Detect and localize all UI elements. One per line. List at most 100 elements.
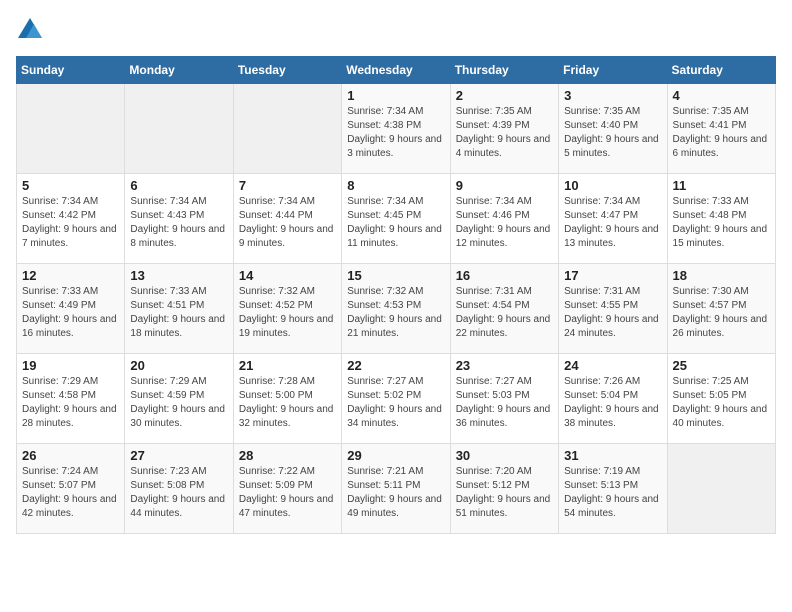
day-info: Sunrise: 7:24 AMSunset: 5:07 PMDaylight:… bbox=[22, 465, 119, 521]
day-header-tuesday: Tuesday bbox=[233, 57, 341, 84]
calendar-day-21: 21Sunrise: 7:28 AMSunset: 5:00 PMDayligh… bbox=[233, 354, 341, 444]
calendar-day-8: 8 Sunrise: 7:34 AMSunset: 4:45 PMDaylight… bbox=[342, 174, 450, 264]
day-info: Sunrise: 7:33 AMSunset: 4:48 PMDaylight:… bbox=[673, 195, 770, 251]
day-info: Sunrise: 7:30 AMSunset: 4:57 PMDaylight:… bbox=[673, 285, 770, 341]
day-info: Sunrise: 7:31 AMSunset: 4:54 PMDaylight:… bbox=[456, 285, 553, 341]
day-info: Sunrise: 7:27 AMSunset: 5:02 PMDaylight:… bbox=[347, 375, 444, 431]
day-number: 23 bbox=[456, 358, 553, 373]
day-info: Sunrise: 7:34 AMSunset: 4:47 PMDaylight:… bbox=[564, 195, 661, 251]
calendar-table: SundayMondayTuesdayWednesdayThursdayFrid… bbox=[16, 56, 776, 534]
calendar-header-row: SundayMondayTuesdayWednesdayThursdayFrid… bbox=[17, 57, 776, 84]
calendar-day-16: 16Sunrise: 7:31 AMSunset: 4:54 PMDayligh… bbox=[450, 264, 558, 354]
day-header-monday: Monday bbox=[125, 57, 233, 84]
calendar-day-5: 5 Sunrise: 7:34 AMSunset: 4:42 PMDaylight… bbox=[17, 174, 125, 264]
calendar-day-24: 24 Sunrise: 7:26 AMSunset: 5:04 PMDayligh… bbox=[559, 354, 667, 444]
day-number: 31 bbox=[564, 448, 661, 463]
day-number: 5 bbox=[22, 178, 119, 193]
calendar-day-30: 30 Sunrise: 7:20 AMSunset: 5:12 PMDayligh… bbox=[450, 444, 558, 534]
empty-day bbox=[667, 444, 775, 534]
page-header bbox=[16, 16, 776, 44]
day-info: Sunrise: 7:26 AMSunset: 5:04 PMDaylight:… bbox=[564, 375, 661, 431]
day-info: Sunrise: 7:23 AMSunset: 5:08 PMDaylight:… bbox=[130, 465, 227, 521]
day-number: 19 bbox=[22, 358, 119, 373]
calendar-day-19: 19 Sunrise: 7:29 AMSunset: 4:58 PMDayligh… bbox=[17, 354, 125, 444]
day-number: 12 bbox=[22, 268, 119, 283]
day-header-thursday: Thursday bbox=[450, 57, 558, 84]
day-info: Sunrise: 7:35 AMSunset: 4:39 PMDaylight:… bbox=[456, 105, 553, 161]
day-number: 6 bbox=[130, 178, 227, 193]
day-info: Sunrise: 7:29 AMSunset: 4:59 PMDaylight:… bbox=[130, 375, 227, 431]
calendar-week-row: 26 Sunrise: 7:24 AMSunset: 5:07 PMDayligh… bbox=[17, 444, 776, 534]
calendar-day-3: 3Sunrise: 7:35 AMSunset: 4:40 PMDaylight… bbox=[559, 84, 667, 174]
day-number: 9 bbox=[456, 178, 553, 193]
calendar-day-28: 28 Sunrise: 7:22 AMSunset: 5:09 PMDayligh… bbox=[233, 444, 341, 534]
calendar-week-row: 5 Sunrise: 7:34 AMSunset: 4:42 PMDaylight… bbox=[17, 174, 776, 264]
day-number: 28 bbox=[239, 448, 336, 463]
day-header-wednesday: Wednesday bbox=[342, 57, 450, 84]
day-number: 25 bbox=[673, 358, 770, 373]
logo bbox=[16, 16, 46, 44]
calendar-day-29: 29Sunrise: 7:21 AMSunset: 5:11 PMDayligh… bbox=[342, 444, 450, 534]
day-info: Sunrise: 7:28 AMSunset: 5:00 PMDaylight:… bbox=[239, 375, 336, 431]
day-info: Sunrise: 7:19 AMSunset: 5:13 PMDaylight:… bbox=[564, 465, 661, 521]
day-info: Sunrise: 7:35 AMSunset: 4:41 PMDaylight:… bbox=[673, 105, 770, 161]
day-info: Sunrise: 7:20 AMSunset: 5:12 PMDaylight:… bbox=[456, 465, 553, 521]
day-header-sunday: Sunday bbox=[17, 57, 125, 84]
day-number: 1 bbox=[347, 88, 444, 103]
day-number: 26 bbox=[22, 448, 119, 463]
day-number: 4 bbox=[673, 88, 770, 103]
empty-day bbox=[233, 84, 341, 174]
day-info: Sunrise: 7:34 AMSunset: 4:43 PMDaylight:… bbox=[130, 195, 227, 251]
day-header-friday: Friday bbox=[559, 57, 667, 84]
empty-day bbox=[17, 84, 125, 174]
day-info: Sunrise: 7:27 AMSunset: 5:03 PMDaylight:… bbox=[456, 375, 553, 431]
day-number: 18 bbox=[673, 268, 770, 283]
day-number: 8 bbox=[347, 178, 444, 193]
day-info: Sunrise: 7:33 AMSunset: 4:51 PMDaylight:… bbox=[130, 285, 227, 341]
day-info: Sunrise: 7:34 AMSunset: 4:44 PMDaylight:… bbox=[239, 195, 336, 251]
day-number: 2 bbox=[456, 88, 553, 103]
day-info: Sunrise: 7:34 AMSunset: 4:46 PMDaylight:… bbox=[456, 195, 553, 251]
day-info: Sunrise: 7:34 AMSunset: 4:42 PMDaylight:… bbox=[22, 195, 119, 251]
day-number: 30 bbox=[456, 448, 553, 463]
calendar-day-27: 27 Sunrise: 7:23 AMSunset: 5:08 PMDayligh… bbox=[125, 444, 233, 534]
empty-day bbox=[125, 84, 233, 174]
calendar-week-row: 1 Sunrise: 7:34 AMSunset: 4:38 PMDaylight… bbox=[17, 84, 776, 174]
calendar-day-11: 11Sunrise: 7:33 AMSunset: 4:48 PMDayligh… bbox=[667, 174, 775, 264]
day-number: 22 bbox=[347, 358, 444, 373]
day-info: Sunrise: 7:34 AMSunset: 4:45 PMDaylight:… bbox=[347, 195, 444, 251]
calendar-day-1: 1 Sunrise: 7:34 AMSunset: 4:38 PMDaylight… bbox=[342, 84, 450, 174]
day-info: Sunrise: 7:31 AMSunset: 4:55 PMDaylight:… bbox=[564, 285, 661, 341]
logo-icon bbox=[16, 16, 44, 44]
day-number: 17 bbox=[564, 268, 661, 283]
day-header-saturday: Saturday bbox=[667, 57, 775, 84]
day-info: Sunrise: 7:32 AMSunset: 4:52 PMDaylight:… bbox=[239, 285, 336, 341]
calendar-day-7: 7 Sunrise: 7:34 AMSunset: 4:44 PMDaylight… bbox=[233, 174, 341, 264]
calendar-day-31: 31 Sunrise: 7:19 AMSunset: 5:13 PMDayligh… bbox=[559, 444, 667, 534]
calendar-day-18: 18 Sunrise: 7:30 AMSunset: 4:57 PMDayligh… bbox=[667, 264, 775, 354]
day-number: 24 bbox=[564, 358, 661, 373]
calendar-day-2: 2 Sunrise: 7:35 AMSunset: 4:39 PMDaylight… bbox=[450, 84, 558, 174]
day-number: 7 bbox=[239, 178, 336, 193]
day-info: Sunrise: 7:22 AMSunset: 5:09 PMDaylight:… bbox=[239, 465, 336, 521]
day-info: Sunrise: 7:25 AMSunset: 5:05 PMDaylight:… bbox=[673, 375, 770, 431]
day-info: Sunrise: 7:29 AMSunset: 4:58 PMDaylight:… bbox=[22, 375, 119, 431]
day-info: Sunrise: 7:21 AMSunset: 5:11 PMDaylight:… bbox=[347, 465, 444, 521]
calendar-day-14: 14 Sunrise: 7:32 AMSunset: 4:52 PMDayligh… bbox=[233, 264, 341, 354]
day-number: 14 bbox=[239, 268, 336, 283]
calendar-day-26: 26 Sunrise: 7:24 AMSunset: 5:07 PMDayligh… bbox=[17, 444, 125, 534]
calendar-day-13: 13Sunrise: 7:33 AMSunset: 4:51 PMDayligh… bbox=[125, 264, 233, 354]
calendar-day-4: 4 Sunrise: 7:35 AMSunset: 4:41 PMDaylight… bbox=[667, 84, 775, 174]
calendar-day-22: 22 Sunrise: 7:27 AMSunset: 5:02 PMDayligh… bbox=[342, 354, 450, 444]
calendar-day-20: 20 Sunrise: 7:29 AMSunset: 4:59 PMDayligh… bbox=[125, 354, 233, 444]
calendar-day-15: 15Sunrise: 7:32 AMSunset: 4:53 PMDayligh… bbox=[342, 264, 450, 354]
day-info: Sunrise: 7:33 AMSunset: 4:49 PMDaylight:… bbox=[22, 285, 119, 341]
day-number: 10 bbox=[564, 178, 661, 193]
day-info: Sunrise: 7:34 AMSunset: 4:38 PMDaylight:… bbox=[347, 105, 444, 161]
calendar-day-9: 9 Sunrise: 7:34 AMSunset: 4:46 PMDaylight… bbox=[450, 174, 558, 264]
calendar-week-row: 19 Sunrise: 7:29 AMSunset: 4:58 PMDayligh… bbox=[17, 354, 776, 444]
day-number: 20 bbox=[130, 358, 227, 373]
day-number: 27 bbox=[130, 448, 227, 463]
calendar-day-10: 10 Sunrise: 7:34 AMSunset: 4:47 PMDayligh… bbox=[559, 174, 667, 264]
calendar-day-6: 6 Sunrise: 7:34 AMSunset: 4:43 PMDaylight… bbox=[125, 174, 233, 264]
